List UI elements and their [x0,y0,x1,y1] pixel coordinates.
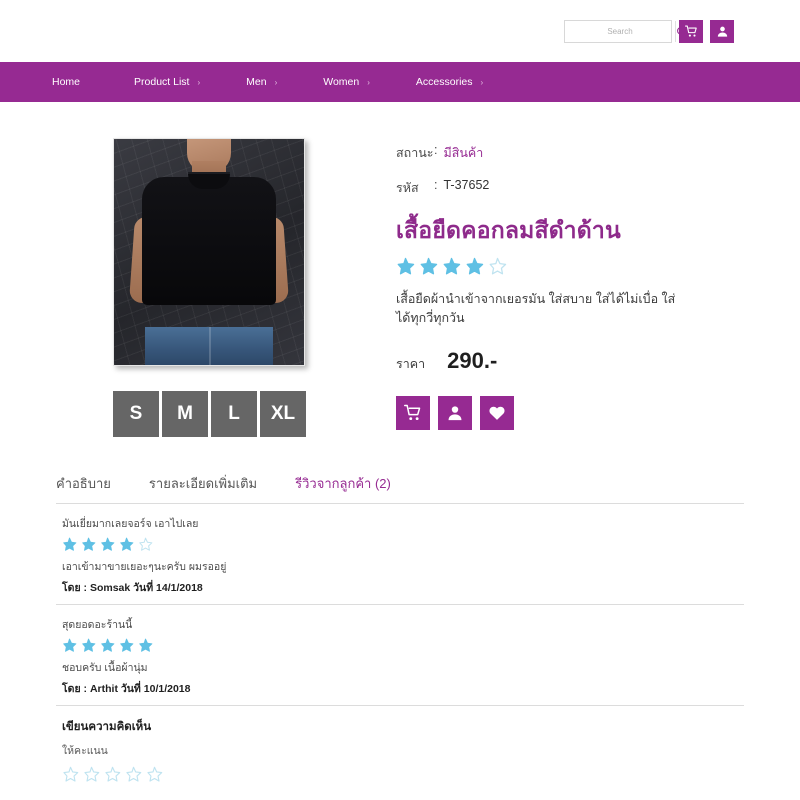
tab-customer-reviews[interactable]: รีวิวจากลูกค้า (2) [295,473,391,503]
price-label: ราคา [396,354,425,374]
nav-label: Home [52,76,80,88]
product-rating [396,257,744,276]
size-selector: S M L XL [113,391,356,437]
product-tabs: คำอธิบาย รายละเอียดเพิ่มเติม รีวิวจากลูก… [56,473,744,503]
star-filled-icon [442,257,461,276]
star-filled-icon [138,638,153,653]
star-empty-icon [62,766,79,783]
size-option-l[interactable]: L [211,391,257,437]
star-filled-icon [100,638,115,653]
review-byline: โดย : Arthit วันที่ 10/1/2018 [62,680,744,697]
tab-description[interactable]: คำอธิบาย [56,473,111,503]
tab-additional-details[interactable]: รายละเอียดเพิ่มเติม [149,473,257,503]
product-description: เสื้อยืดผ้านำเข้าจากเยอรมัน ใส่สบาย ใส่ไ… [396,290,676,329]
product-media-column: S M L XL [56,138,356,437]
nav-item-accessories[interactable]: Accessories › [416,76,483,88]
account-button[interactable] [438,396,472,430]
review-byline: โดย : Somsak วันที่ 14/1/2018 [62,579,744,596]
user-icon [716,25,729,38]
star-empty-icon [83,766,100,783]
chevron-right-icon: › [197,78,200,87]
star-filled-icon [465,257,484,276]
nav-label: Men [246,76,266,88]
product-code-value: T-37652 [443,178,489,198]
photo-black-tshirt [142,177,276,305]
rating-label: ให้คะแนน [62,742,744,759]
write-review-heading: เขียนความคิดเห็น [62,718,744,736]
star-filled-icon [100,537,115,552]
heart-icon [488,404,506,422]
nav-item-product-list[interactable]: Product List › [134,76,200,88]
size-option-m[interactable]: M [162,391,208,437]
nav-item-men[interactable]: Men › [246,76,277,88]
star-filled-icon [62,537,77,552]
wishlist-button[interactable] [480,396,514,430]
cart-icon [685,25,698,38]
product-code-row: รหัส : T-37652 [396,178,744,198]
review-body: ชอบครับ เนื้อผ้านุ่ม [62,659,744,676]
nav-label: Product List [134,76,189,88]
status-separator: : [434,143,437,163]
product-actions [396,396,744,430]
review-item: มันเยี่ยมากเลยจอร์จ เอาไปเลย เอาเข้ามาขา… [56,504,744,604]
add-to-cart-button[interactable] [396,396,430,430]
star-filled-icon [81,537,96,552]
nav-item-home[interactable]: Home [52,76,88,88]
status-badge: มีสินค้า [443,143,483,163]
product-detail: S M L XL สถานะ : มีสินค้า รหัส : T-37652… [0,102,800,437]
product-image[interactable] [113,138,305,366]
star-filled-icon [81,638,96,653]
star-filled-icon [62,638,77,653]
search-box[interactable] [564,20,672,43]
star-filled-icon [119,537,134,552]
photo-blue-jeans [145,327,273,365]
write-review-form: เขียนความคิดเห็น ให้คะแนน [56,706,744,783]
star-empty-icon [138,537,153,552]
star-filled-icon [396,257,415,276]
chevron-right-icon: › [367,78,370,87]
nav-item-women[interactable]: Women › [323,76,370,88]
star-empty-icon [146,766,163,783]
code-label: รหัส [396,178,434,198]
star-filled-icon [419,257,438,276]
product-title: เสื้อยืดคอกลมสีดำด้าน [396,213,744,249]
price-value: 290.- [447,348,497,374]
header-account-button[interactable] [710,20,734,43]
star-empty-icon [125,766,142,783]
search-input[interactable] [565,21,675,42]
review-item: สุดยอดอะร้านนี้ ชอบครับ เนื้อผ้านุ่ม โดย… [56,605,744,705]
nav-label: Accessories [416,76,473,88]
code-separator: : [434,178,437,198]
size-option-xl[interactable]: XL [260,391,306,437]
header-cart-button[interactable] [679,20,703,43]
rating-input[interactable] [62,766,744,783]
review-rating [62,537,744,552]
cart-icon [404,404,422,422]
site-header [0,0,800,62]
review-body: เอาเข้ามาขายเยอะๆนะครับ ผมรออยู่ [62,558,744,575]
star-empty-icon [488,257,507,276]
nav-label: Women [323,76,359,88]
review-rating [62,638,744,653]
size-option-s[interactable]: S [113,391,159,437]
user-icon [446,404,464,422]
product-price-row: ราคา 290.- [396,348,744,374]
chevron-right-icon: › [275,78,278,87]
status-label: สถานะ [396,143,434,163]
review-title: มันเยี่ยมากเลยจอร์จ เอาไปเลย [62,515,744,532]
product-info-column: สถานะ : มีสินค้า รหัส : T-37652 เสื้อยืด… [356,138,744,437]
star-empty-icon [104,766,121,783]
product-status-row: สถานะ : มีสินค้า [396,143,744,163]
main-navigation: Home Product List › Men › Women › Access… [0,62,800,102]
reviews-section: คำอธิบาย รายละเอียดเพิ่มเติม รีวิวจากลูก… [0,473,800,783]
chevron-right-icon: › [481,78,484,87]
star-filled-icon [119,638,134,653]
review-title: สุดยอดอะร้านนี้ [62,616,744,633]
